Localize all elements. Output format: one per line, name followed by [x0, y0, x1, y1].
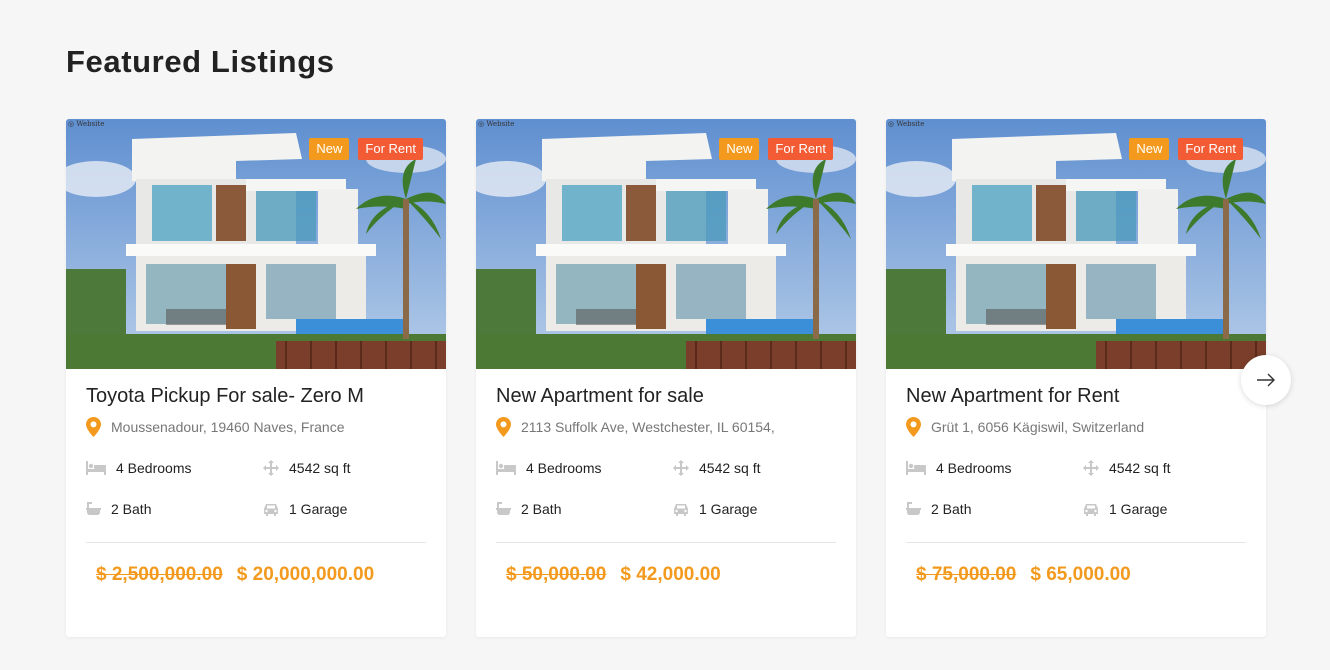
- feature-area: 4542 sq ft: [673, 460, 833, 476]
- old-price: $ 50,000.00: [506, 564, 607, 585]
- bedrooms-value: 4 Bedrooms: [936, 460, 1012, 476]
- location-pin-icon: [496, 417, 511, 437]
- bath-value: 2 Bath: [111, 501, 152, 517]
- bathtub-icon: [86, 502, 101, 515]
- status-badge: For Rent: [1178, 138, 1243, 160]
- area-value: 4542 sq ft: [699, 460, 761, 476]
- price-row: $ 50,000.00 $ 42,000.00: [496, 563, 836, 587]
- feature-area: 4542 sq ft: [1083, 460, 1243, 476]
- listing-title[interactable]: New Apartment for Rent: [906, 384, 1246, 408]
- listing-title[interactable]: New Apartment for sale: [496, 384, 836, 408]
- bed-icon: [496, 461, 516, 475]
- listing-title[interactable]: Toyota Pickup For sale- Zero M: [86, 384, 426, 408]
- feature-bath: 2 Bath: [906, 501, 1083, 517]
- listings-carousel: ◎ Website New For Rent Toyota Pickup For…: [66, 119, 1266, 637]
- bathtub-icon: [906, 502, 921, 515]
- listing-address: 2113 Suffolk Ave, Westchester, IL 60154,: [496, 417, 836, 437]
- address-text: Moussenadour, 19460 Naves, France: [111, 419, 345, 435]
- current-price: $ 20,000,000.00: [236, 564, 375, 585]
- divider: [86, 542, 426, 543]
- car-icon: [264, 503, 278, 516]
- new-badge: New: [719, 138, 760, 160]
- listing-address: Grüt 1, 6056 Kägiswil, Switzerland: [906, 417, 1246, 437]
- badge-group: New For Rent: [309, 138, 423, 160]
- watermark-logo: ◎ Website: [888, 120, 925, 128]
- badge-group: New For Rent: [1129, 138, 1243, 160]
- feature-garage: 1 Garage: [1083, 501, 1243, 517]
- arrow-right-icon: [1257, 373, 1275, 387]
- bath-value: 2 Bath: [931, 501, 972, 517]
- feature-bedrooms: 4 Bedrooms: [496, 460, 673, 476]
- address-text: Grüt 1, 6056 Kägiswil, Switzerland: [931, 419, 1145, 435]
- area-value: 4542 sq ft: [1109, 460, 1171, 476]
- feature-bath: 2 Bath: [496, 501, 673, 517]
- bathtub-icon: [496, 502, 511, 515]
- current-price: $ 42,000.00: [620, 564, 721, 585]
- feature-bath: 2 Bath: [86, 501, 263, 517]
- listing-photo[interactable]: ◎ Website New For Rent: [476, 119, 856, 369]
- badge-group: New For Rent: [719, 138, 833, 160]
- price-row: $ 75,000.00 $ 65,000.00: [906, 563, 1246, 587]
- area-value: 4542 sq ft: [289, 460, 351, 476]
- listing-features: 4 Bedrooms 4542 sq ft 2 Bath 1 Garage: [86, 460, 426, 517]
- bath-value: 2 Bath: [521, 501, 562, 517]
- listing-photo[interactable]: ◎ Website New For Rent: [66, 119, 446, 369]
- status-badge: For Rent: [358, 138, 423, 160]
- bed-icon: [906, 461, 926, 475]
- listing-card[interactable]: ◎ Website New For Rent New Apartment for…: [476, 119, 856, 637]
- feature-bedrooms: 4 Bedrooms: [86, 460, 263, 476]
- price-row: $ 2,500,000.00 $ 20,000,000.00: [86, 563, 426, 587]
- address-text: 2113 Suffolk Ave, Westchester, IL 60154,: [521, 419, 775, 435]
- carousel-next-button[interactable]: [1241, 355, 1291, 405]
- move-arrows-icon: [1083, 460, 1099, 476]
- move-arrows-icon: [673, 460, 689, 476]
- garage-value: 1 Garage: [289, 501, 348, 517]
- old-price: $ 2,500,000.00: [96, 564, 223, 585]
- bedrooms-value: 4 Bedrooms: [116, 460, 192, 476]
- divider: [496, 542, 836, 543]
- feature-area: 4542 sq ft: [263, 460, 423, 476]
- car-icon: [1084, 503, 1098, 516]
- bedrooms-value: 4 Bedrooms: [526, 460, 602, 476]
- current-price: $ 65,000.00: [1030, 564, 1131, 585]
- status-badge: For Rent: [768, 138, 833, 160]
- feature-garage: 1 Garage: [673, 501, 833, 517]
- bed-icon: [86, 461, 106, 475]
- listing-photo[interactable]: ◎ Website New For Rent: [886, 119, 1266, 369]
- new-badge: New: [1129, 138, 1170, 160]
- garage-value: 1 Garage: [1109, 501, 1168, 517]
- old-price: $ 75,000.00: [916, 564, 1017, 585]
- feature-garage: 1 Garage: [263, 501, 423, 517]
- new-badge: New: [309, 138, 350, 160]
- listing-address: Moussenadour, 19460 Naves, France: [86, 417, 426, 437]
- feature-bedrooms: 4 Bedrooms: [906, 460, 1083, 476]
- listing-features: 4 Bedrooms 4542 sq ft 2 Bath 1 Garage: [906, 460, 1246, 517]
- listing-card[interactable]: ◎ Website New For Rent Toyota Pickup For…: [66, 119, 446, 637]
- garage-value: 1 Garage: [699, 501, 758, 517]
- watermark-logo: ◎ Website: [478, 120, 515, 128]
- watermark-logo: ◎ Website: [68, 120, 105, 128]
- car-icon: [674, 503, 688, 516]
- divider: [906, 542, 1246, 543]
- location-pin-icon: [906, 417, 921, 437]
- listing-card[interactable]: ◎ Website New For Rent New Apartment for…: [886, 119, 1266, 637]
- listing-features: 4 Bedrooms 4542 sq ft 2 Bath 1 Garage: [496, 460, 836, 517]
- location-pin-icon: [86, 417, 101, 437]
- section-title: Featured Listings: [66, 44, 335, 79]
- move-arrows-icon: [263, 460, 279, 476]
